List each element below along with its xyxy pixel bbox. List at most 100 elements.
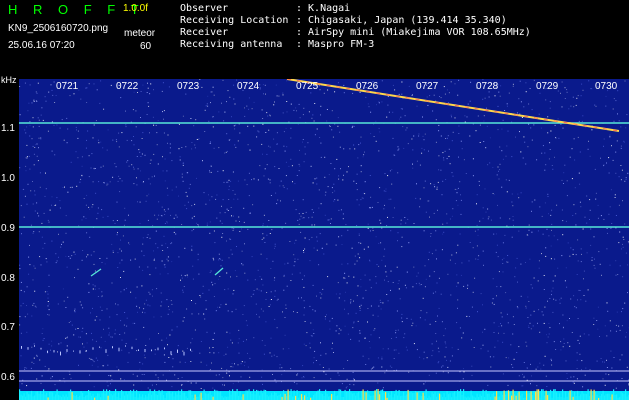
noise-speck (139, 361, 141, 363)
noise-speck (551, 290, 553, 292)
noise-speck (553, 298, 555, 300)
noise-speck (615, 172, 617, 174)
noise-speck (615, 260, 617, 262)
noise-speck (58, 343, 60, 345)
noise-speck (211, 362, 212, 364)
noise-speck (276, 143, 278, 145)
noise-speck (424, 133, 426, 135)
baseline-spike (301, 394, 303, 400)
baseline-spike (104, 393, 106, 400)
noise-speck (360, 171, 362, 173)
noise-speck (549, 142, 551, 144)
baseline-spike (265, 390, 267, 400)
noise-speck (370, 305, 372, 307)
baseline-spike (190, 390, 192, 400)
baseline-spike (500, 392, 502, 400)
noise-speck (166, 258, 168, 260)
noise-speck (554, 275, 556, 277)
noise-speck (293, 265, 295, 267)
noise-speck (496, 244, 498, 246)
baseline-spike (139, 393, 141, 400)
noise-speck (200, 296, 202, 298)
noise-speck (397, 329, 399, 331)
noise-speck (610, 189, 612, 191)
noise-speck (171, 242, 173, 244)
spectrogram-display (19, 79, 629, 400)
noise-speck (86, 102, 88, 103)
baseline-spike (151, 394, 153, 400)
baseline-spike (568, 392, 570, 400)
noise-speck (227, 210, 229, 211)
noise-speck (457, 244, 459, 246)
noise-speck (502, 271, 504, 273)
noise-speck (467, 103, 469, 105)
noise-speck (625, 177, 627, 179)
noise-speck (29, 244, 30, 246)
noise-speck (185, 146, 187, 148)
noise-speck (160, 305, 162, 307)
noise-speck (377, 382, 379, 384)
noise-speck (76, 129, 77, 131)
noise-speck (492, 298, 494, 300)
noise-speck (350, 301, 352, 302)
noise-speck (115, 166, 117, 168)
noise-speck (133, 166, 134, 168)
noise-speck (85, 147, 87, 149)
noise-speck (75, 126, 77, 128)
noise-speck (145, 299, 147, 301)
baseline-spike (58, 394, 60, 400)
noise-speck (110, 84, 112, 86)
noise-speck (191, 205, 193, 207)
noise-speck (564, 280, 566, 282)
noise-speck (181, 274, 182, 276)
noise-speck (262, 284, 264, 286)
noise-speck (179, 361, 181, 363)
noise-speck (506, 261, 508, 263)
baseline-spike (418, 391, 420, 400)
noise-speck (231, 363, 233, 365)
noise-speck (181, 384, 182, 386)
noise-speck (266, 153, 268, 155)
interference-dot (66, 349, 68, 352)
noise-speck (531, 375, 532, 377)
noise-speck (73, 93, 75, 95)
noise-speck (36, 354, 38, 356)
noise-speck (298, 213, 300, 215)
noise-speck (138, 266, 140, 268)
noise-speck (424, 286, 426, 288)
noise-speck (276, 327, 278, 329)
baseline-spike (370, 395, 372, 400)
noise-speck (435, 291, 437, 293)
noise-speck (438, 169, 440, 171)
noise-speck (204, 109, 206, 111)
noise-speck (413, 343, 415, 345)
noise-speck (566, 195, 568, 197)
noise-speck (79, 336, 81, 338)
noise-speck (243, 221, 245, 223)
baseline-spike (158, 390, 160, 400)
noise-speck (215, 374, 217, 376)
noise-speck (615, 215, 617, 216)
baseline-spike (175, 392, 177, 400)
baseline-spike (505, 394, 507, 400)
noise-speck (576, 97, 578, 99)
noise-speck (378, 127, 380, 129)
noise-speck (234, 144, 236, 146)
noise-speck (249, 357, 251, 359)
noise-speck (210, 102, 211, 104)
noise-speck (80, 98, 82, 100)
noise-speck (261, 109, 263, 111)
noise-speck (35, 306, 37, 308)
noise-speck (285, 304, 287, 306)
noise-speck (516, 257, 518, 259)
baseline-spike (194, 394, 196, 400)
noise-speck (585, 367, 587, 369)
baseline-spike (350, 392, 352, 400)
baseline-spike (626, 396, 628, 400)
noise-speck (25, 165, 27, 167)
baseline-spike (37, 391, 39, 400)
noise-speck (107, 129, 109, 131)
baseline-spike (136, 390, 138, 400)
noise-speck (591, 129, 593, 131)
noise-speck (333, 183, 335, 185)
